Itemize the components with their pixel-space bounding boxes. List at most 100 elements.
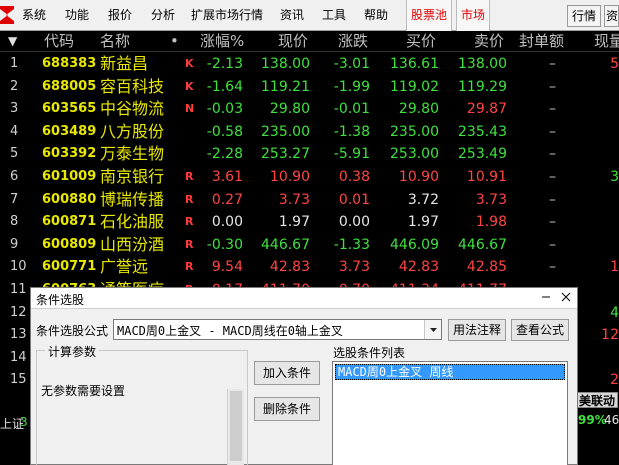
header-price[interactable]: 现价 <box>278 31 308 52</box>
delete-condition-button[interactable]: 删除条件 <box>254 397 320 421</box>
chevron-down-icon[interactable] <box>424 320 441 339</box>
menu-analysis[interactable]: 分析 <box>151 0 175 31</box>
menu-quote[interactable]: 报价 <box>108 0 132 31</box>
cell-ask: 3.73 <box>475 191 507 208</box>
cell-seal: – <box>549 214 556 231</box>
table-row[interactable]: 5 603392 万泰生物 -2.28 253.27 -5.91 253.00 253.49 – <box>0 143 619 166</box>
cell-code: 688005 <box>42 78 97 94</box>
minimize-icon[interactable] <box>537 290 555 306</box>
cell-flag: K <box>185 57 194 70</box>
usage-notes-button[interactable]: 用法注释 <box>448 319 506 341</box>
cell-bid: 29.80 <box>398 101 439 118</box>
cell-bid: 119.02 <box>390 78 439 95</box>
menu-system[interactable]: 系统 <box>22 0 46 31</box>
header-name[interactable]: 名称 <box>100 31 130 52</box>
header-ask[interactable]: 卖价 <box>474 31 504 52</box>
sort-arrow-icon[interactable]: ▼ <box>8 31 17 52</box>
cell-price: 29.80 <box>269 101 310 118</box>
cell-chg: 3.73 <box>338 259 370 276</box>
linkage-tag[interactable]: 美联动 <box>576 392 619 408</box>
header-code[interactable]: 代码 <box>44 31 74 52</box>
header-change-pct[interactable]: 涨幅% <box>200 31 244 52</box>
menu-news[interactable]: 资讯 <box>280 0 304 31</box>
cell-flag: R <box>185 170 194 183</box>
header-dot: • <box>170 32 179 50</box>
view-formula-button[interactable]: 查看公式 <box>511 319 569 341</box>
cell-price: 119.21 <box>261 78 310 95</box>
cell-price: 1.97 <box>278 214 310 231</box>
params-scrollbar[interactable] <box>227 389 244 465</box>
cell-chg: -5.91 <box>333 146 370 163</box>
cell-name: 中谷物流 <box>100 99 165 119</box>
menu-bar: 系统 功能 报价 分析 扩展市场行情 资讯 工具 帮助 股票池 市场 行情 资 <box>0 0 619 31</box>
cell-bid: 42.83 <box>398 259 439 276</box>
cell-code: 600771 <box>42 259 97 275</box>
cell-pct: -0.58 <box>206 123 243 140</box>
cell-name: 广誉远 <box>100 257 149 277</box>
table-row[interactable]: 8 600871 石化油服 R 0.00 1.97 0.00 1.97 1.98 – <box>0 211 619 234</box>
menu-help[interactable]: 帮助 <box>364 0 388 31</box>
header-bid[interactable]: 买价 <box>406 31 436 52</box>
cell-price: 253.27 <box>261 146 310 163</box>
cell-idx: 15 <box>10 372 27 388</box>
dialog-titlebar[interactable]: 条件选股 <box>31 288 577 309</box>
list-item[interactable]: MACD周0上金叉 周线 <box>335 364 565 380</box>
cell-vol: 4 <box>610 304 619 321</box>
add-condition-button[interactable]: 加入条件 <box>254 361 320 385</box>
cell-price: 138.00 <box>261 56 310 72</box>
cell-name: 石化油服 <box>100 212 165 232</box>
cell-code: 688383 <box>42 56 97 71</box>
quote-button[interactable]: 行情 <box>567 5 602 27</box>
cell-code: 603565 <box>42 101 97 117</box>
table-row[interactable]: 10 600771 广誉远 R 9.54 42.83 3.73 42.83 42.85 – 1 <box>0 256 619 279</box>
table-row[interactable]: 7 600880 博瑞传播 R 0.27 3.73 0.01 3.72 3.73 – <box>0 189 619 212</box>
cell-ask: 1.98 <box>475 214 507 231</box>
table-row[interactable]: 3 603565 中谷物流 N -0.03 29.80 -0.01 29.80 29.87 – <box>0 98 619 121</box>
cell-code: 603489 <box>42 123 97 139</box>
menu-tools[interactable]: 工具 <box>322 0 346 31</box>
cell-ask: 253.49 <box>458 146 507 163</box>
params-scrollbar-thumb[interactable] <box>230 391 242 461</box>
cell-seal: – <box>549 78 556 95</box>
cell-idx: 6 <box>10 169 19 184</box>
cell-price: 10.90 <box>269 169 310 185</box>
menu-extended-market[interactable]: 扩展市场行情 <box>191 0 263 31</box>
close-icon[interactable] <box>557 290 575 306</box>
cell-chg: 0.38 <box>338 169 370 185</box>
cell-price: 3.73 <box>278 191 310 208</box>
cell-chg: -1.33 <box>333 236 370 253</box>
table-row[interactable]: 9 600809 山西汾酒 R -0.30 446.67 -1.33 446.09 446.67… <box>0 234 619 257</box>
app-logo-icon <box>0 6 14 24</box>
header-change[interactable]: 涨跌 <box>338 31 368 52</box>
cell-seal: – <box>549 169 556 185</box>
cell-idx: 11 <box>10 282 27 297</box>
cell-vol: 2 <box>610 372 619 389</box>
header-volume[interactable]: 现量 <box>594 31 619 52</box>
header-seal[interactable]: 封单额 <box>519 31 564 52</box>
cell-idx: 3 <box>10 101 19 117</box>
cell-ask: 119.29 <box>458 78 507 95</box>
cell-chg: -0.01 <box>333 101 370 118</box>
formula-label: 条件选股公式 <box>36 324 109 338</box>
cell-pct: 0.27 <box>211 191 243 208</box>
table-row[interactable]: 2 688005 容百科技 K -1.64 119.21 -1.99 119.02 119.29… <box>0 76 619 99</box>
tab-market[interactable]: 市场 <box>456 0 491 31</box>
cell-flag: R <box>185 192 194 206</box>
table-row[interactable]: 4 603489 八方股份 -0.58 235.00 -1.38 235.00 235.43 – <box>0 121 619 144</box>
menu-function[interactable]: 功能 <box>65 0 89 31</box>
condition-list[interactable]: MACD周0上金叉 周线 <box>332 361 568 465</box>
cell-vol: 12 <box>601 327 619 344</box>
cell-pct: 9.54 <box>211 259 243 276</box>
news-button[interactable]: 资 <box>604 5 619 27</box>
cell-chg: 0.01 <box>338 191 370 208</box>
table-row[interactable]: 6 601009 南京银行 R 3.61 10.90 0.38 10.90 10.91 – 3 <box>0 166 619 189</box>
no-params-text: 无参数需要设置 <box>41 384 126 398</box>
status-pct: 99% <box>578 413 607 427</box>
formula-select[interactable]: MACD周0上金叉 - MACD周线在0轴上金叉 <box>113 319 442 340</box>
cell-name: 万泰生物 <box>100 144 165 164</box>
cell-chg: 0.00 <box>338 214 370 231</box>
table-row[interactable]: 1 688383 新益昌 K -2.13 138.00 -3.01 136.61 138.00 –… <box>0 53 619 76</box>
tab-stock-pool[interactable]: 股票池 <box>406 0 453 31</box>
cell-pct: -2.28 <box>206 146 243 163</box>
table-header: ▼ 代码 名称 • 涨幅% 现价 涨跌 买价 卖价 封单额 现量 <box>0 31 619 52</box>
